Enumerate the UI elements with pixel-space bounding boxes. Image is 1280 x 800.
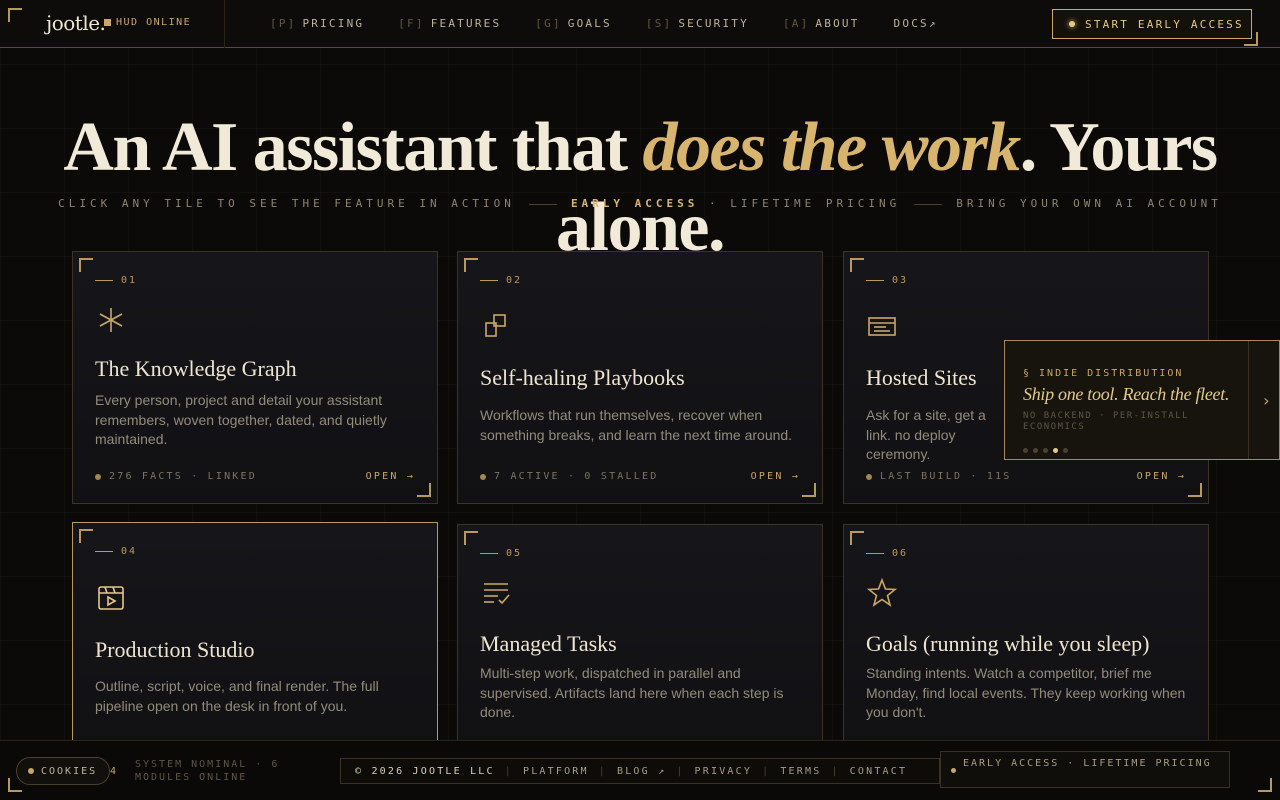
tile-open-link[interactable]: OPEN → xyxy=(1137,471,1186,482)
panel-meta: NO BACKEND · PER-INSTALL ECONOMICS xyxy=(1023,411,1190,432)
tile-title: Self-healing Playbooks xyxy=(480,365,685,390)
tile-description: Outline, script, voice, and final render… xyxy=(95,678,379,714)
tile-description: Workflows that run themselves, recover w… xyxy=(480,407,793,443)
nav-link-features[interactable]: [F] FEATURES xyxy=(398,17,501,30)
carousel-dot[interactable] xyxy=(1043,448,1048,453)
tile-open-link[interactable]: OPEN → xyxy=(751,471,800,482)
tile-production-studio[interactable]: 04 Production Studio Outline, script, vo… xyxy=(72,522,438,752)
tile-managed-tasks[interactable]: 05 Managed Tasks Multi-step work, dispat… xyxy=(457,524,823,752)
tile-title: Managed Tasks xyxy=(480,631,617,656)
browser-card-icon xyxy=(866,310,898,342)
nav-link-goals[interactable]: [G] GOALS xyxy=(535,17,612,30)
corner-mark xyxy=(8,8,22,22)
tile-title: The Knowledge Graph xyxy=(95,356,297,381)
corner-mark xyxy=(1244,32,1258,46)
star-icon xyxy=(866,577,898,609)
chevron-right-icon[interactable]: › xyxy=(1261,391,1271,410)
hud-status: HUD ONLINE xyxy=(104,17,191,28)
cookie-dot-icon xyxy=(28,768,34,774)
footer-link-blog[interactable]: BLOG ↗ xyxy=(617,766,666,777)
nav-link-about[interactable]: [A] ABOUT xyxy=(783,17,860,30)
nav-links: [P] PRICING [F] FEATURES [G] GOALS [S] SECUR… xyxy=(270,17,972,30)
indie-distribution-panel[interactable]: § INDIE DISTRIBUTION Ship one tool. Reac… xyxy=(1004,340,1280,460)
hero-title: An AI assistant that does the work. Your… xyxy=(63,109,1218,266)
tile-description: Standing intents. Watch a competitor, br… xyxy=(866,665,1186,720)
task-list-icon xyxy=(480,577,512,609)
status-square-icon xyxy=(104,19,111,26)
footer-link-platform[interactable]: PLATFORM xyxy=(523,766,589,777)
video-frame-icon xyxy=(95,582,127,614)
top-nav: jootle. HUD ONLINE [P] PRICING [F] FEATURE… xyxy=(0,0,1280,48)
tile-stat: LAST BUILD · 11S xyxy=(866,471,1012,482)
copyright: © 2026 JOOTLE LLC xyxy=(355,765,495,777)
nav-link-pricing[interactable]: [P] PRICING xyxy=(270,17,364,30)
nav-link-security[interactable]: [S] SECURITY xyxy=(646,17,749,30)
corner-mark xyxy=(1258,778,1272,792)
logo[interactable]: jootle. xyxy=(46,11,106,35)
corner-mark xyxy=(8,778,22,792)
footer-link-privacy[interactable]: PRIVACY xyxy=(695,766,753,777)
footer-link-terms[interactable]: TERMS xyxy=(780,766,821,777)
tile-goals[interactable]: 06 Goals (running while you sleep) Stand… xyxy=(843,524,1209,752)
system-status: SYSTEM NOMINAL · 6 MODULES ONLINE xyxy=(135,759,280,783)
tile-title: Production Studio xyxy=(95,637,255,662)
tile-description: Ask for a site, get a link. no deploy ce… xyxy=(866,407,986,462)
hud-label: HUD ONLINE xyxy=(116,17,192,28)
tile-knowledge-graph[interactable]: 01 The Knowledge Graph Every person, pro… xyxy=(72,251,438,504)
tile-stat: 7 ACTIVE · 0 STALLED xyxy=(480,471,658,482)
blocks-icon xyxy=(480,310,512,342)
panel-label: § INDIE DISTRIBUTION xyxy=(1023,368,1184,379)
hero-subline: CLICK ANY TILE TO SEE THE FEATURE IN ACT… xyxy=(58,197,1222,210)
carousel-dot[interactable] xyxy=(1033,448,1038,453)
asterisk-icon xyxy=(95,304,127,336)
nav-link-docs[interactable]: DOCS↗ xyxy=(894,17,938,30)
footer-link-contact[interactable]: CONTACT xyxy=(850,766,908,777)
nav-divider xyxy=(224,0,225,48)
carousel-dots[interactable] xyxy=(1023,448,1068,453)
carousel-dot[interactable] xyxy=(1053,448,1058,453)
tile-open-link[interactable]: OPEN → xyxy=(366,471,415,482)
tile-title: Goals (running while you sleep) xyxy=(866,631,1150,656)
tile-stat: 276 FACTS · LINKED xyxy=(95,471,257,482)
early-access-badge[interactable]: EARLY ACCESS · LIFETIME PRICING xyxy=(940,751,1230,788)
tile-description: Multi-step work, dispatched in parallel … xyxy=(480,665,784,720)
glow-dot-icon xyxy=(1069,21,1075,27)
cookies-button[interactable]: COOKIES xyxy=(16,757,110,785)
panel-title: Ship one tool. Reach the fleet. xyxy=(1023,384,1230,404)
carousel-dot[interactable] xyxy=(1023,448,1028,453)
carousel-dot[interactable] xyxy=(1063,448,1068,453)
footer-count: 4 xyxy=(110,766,117,777)
tile-self-healing-playbooks[interactable]: 02 Self-healing Playbooks Workflows that… xyxy=(457,251,823,504)
start-early-access-button[interactable]: START EARLY ACCESS xyxy=(1052,9,1252,39)
tile-description: Every person, project and detail your as… xyxy=(95,392,387,447)
cta-label: START EARLY ACCESS xyxy=(1085,17,1244,31)
footer-links: © 2026 JOOTLE LLC | PLATFORM | BLOG ↗ | PRI… xyxy=(340,758,940,784)
status-dot-icon xyxy=(951,768,956,773)
